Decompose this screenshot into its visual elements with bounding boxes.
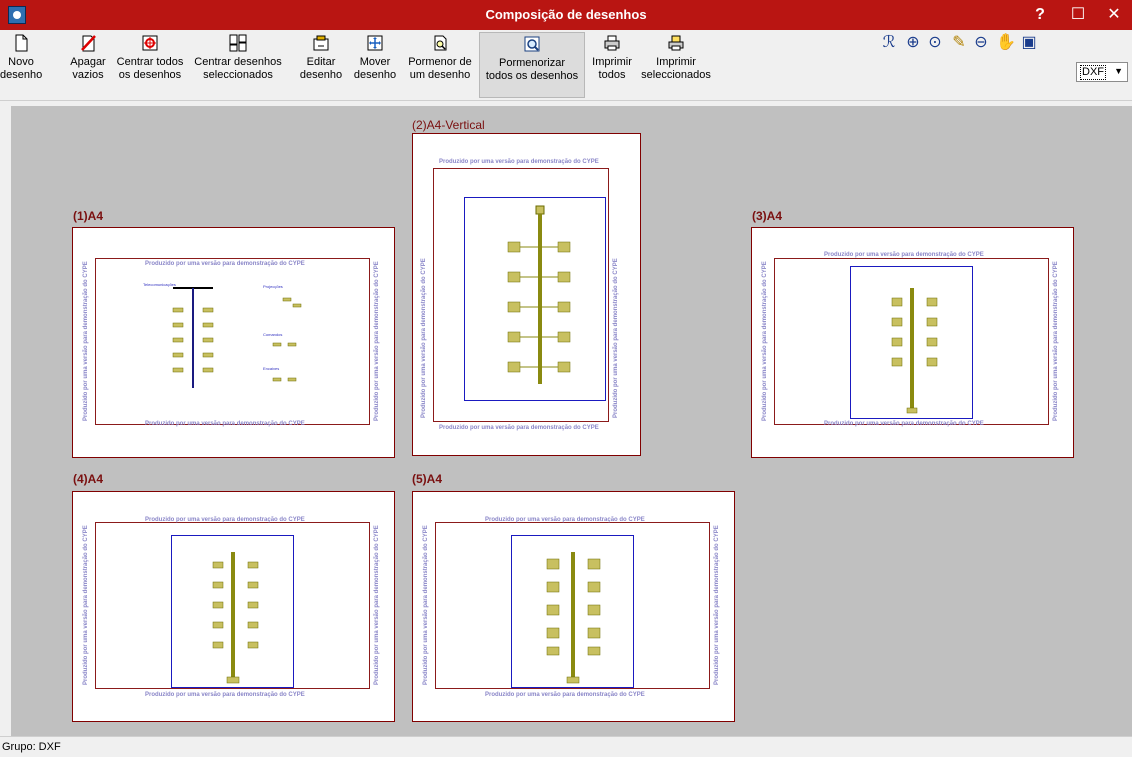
drawing-canvas[interactable]: (1)A4 Produzido por uma versão para demo… [11,106,1132,736]
move-drawing-label: Mover desenho [353,56,397,81]
watermark-left: Produzido por uma versão para demonstraç… [83,261,89,421]
sheet-1[interactable]: Produzido por uma versão para demonstraç… [72,227,395,458]
zoom-x2-icon[interactable]: ⊙ [926,34,944,52]
svg-text:Projecções: Projecções [263,284,283,289]
delete-empty-button[interactable]: Apagar vazios [66,32,110,98]
schematic-drawing [212,552,259,684]
svg-text:Telecomunicações: Telecomunicações [143,282,176,287]
previous-view-icon[interactable]: ▣ [1020,34,1038,52]
watermark-left: Produzido por uma versão para demonstraç… [762,261,768,421]
close-button[interactable]: ✕ [1097,0,1131,30]
print-all-button[interactable]: Imprimir todos [590,32,634,98]
status-bar: Grupo: DXF [0,736,1132,757]
watermark-right: Produzido por uma versão para demonstraç… [374,525,380,685]
watermark-left: Produzido por uma versão para demonstraç… [423,525,429,685]
zoom-out-icon[interactable]: ⊖ [972,34,990,52]
center-all-button[interactable]: Centrar todos os desenhos [113,32,187,98]
chevron-down-icon: ▼ [1114,66,1123,76]
watermark-top: Produzido por uma versão para demonstraç… [145,261,305,267]
pencil-icon[interactable]: ✎ [950,34,968,52]
format-value: DXF [1080,65,1106,80]
schematic-drawing [507,205,571,384]
new-drawing-button[interactable]: Novo desenho [0,32,42,98]
watermark-top: Produzido por uma versão para demonstraç… [145,517,305,523]
new-drawing-label: Novo desenho [0,56,43,81]
edit-drawing-button[interactable]: Editar desenho [296,32,346,98]
detail-all-label: Pormenorizar todos os desenhos [485,57,579,82]
format-select[interactable]: DXF ▼ [1076,62,1128,82]
watermark-bottom: Produzido por uma versão para demonstraç… [145,421,305,427]
sheet-label: (2)A4-Vertical [412,118,485,132]
center-selected-button[interactable]: Centrar desenhos seleccionados [190,32,286,98]
window-title: Composição de desenhos [485,7,647,22]
watermark-bottom: Produzido por uma versão para demonstraç… [824,421,984,427]
center-selected-label: Centrar desenhos seleccionados [194,56,282,81]
zoom-window-icon[interactable]: ℛ [880,34,898,52]
detail-all-icon [524,36,540,52]
zoom-extents-icon[interactable]: ⊕ [904,34,922,52]
detail-drawing-button[interactable]: Pormenor de um desenho [402,32,478,98]
detail-icon [434,35,447,51]
delete-icon [81,35,96,52]
sheet-4[interactable]: Produzido por uma versão para demonstraç… [72,491,395,722]
watermark-right: Produzido por uma versão para demonstraç… [1053,261,1059,421]
watermark-top: Produzido por uma versão para demonstraç… [824,252,984,258]
watermark-top: Produzido por uma versão para demonstraç… [485,517,645,523]
new-page-icon [15,34,28,52]
help-button[interactable]: ? [1023,0,1057,30]
edit-icon [313,35,329,51]
detail-drawing-label: Pormenor de um desenho [408,56,472,81]
sheet-3[interactable]: Produzido por uma versão para demonstraç… [751,227,1074,458]
toolbar: Novo desenho Apagar vazios Centrar todos… [0,30,1132,101]
svg-text:Comandos: Comandos [263,332,282,337]
sheet-label: (5)A4 [412,472,443,486]
pan-hand-icon[interactable]: ✋ [996,34,1016,52]
watermark-right: Produzido por uma versão para demonstraç… [613,258,619,418]
print-selected-button[interactable]: Imprimir seleccionados [636,32,716,98]
schematic-drawing [891,288,938,414]
detail-all-button[interactable]: Pormenorizar todos os desenhos [479,32,585,98]
watermark-left: Produzido por uma versão para demonstraç… [83,525,89,685]
move-drawing-button[interactable]: Mover desenho [350,32,400,98]
svg-text:Encaixes: Encaixes [263,366,279,371]
sheet-label: (4)A4 [73,472,104,486]
delete-empty-label: Apagar vazios [70,56,106,81]
print-icon [604,35,620,51]
maximize-button[interactable]: ☐ [1061,0,1095,30]
print-all-label: Imprimir todos [592,56,632,81]
sheet-label: (1)A4 [73,209,104,223]
edit-drawing-label: Editar desenho [299,56,343,81]
sheet-2[interactable]: Produzido por uma versão para demonstraç… [412,133,641,456]
move-icon [367,35,383,51]
watermark-top: Produzido por uma versão para demonstraç… [439,159,599,165]
watermark-left: Produzido por uma versão para demonstraç… [421,258,427,418]
watermark-bottom: Produzido por uma versão para demonstraç… [485,692,645,698]
watermark-right: Produzido por uma versão para demonstraç… [714,525,720,685]
center-selected-icon [229,34,247,52]
watermark-bottom: Produzido por uma versão para demonstraç… [145,692,305,698]
print-selected-icon [668,35,684,51]
schematic-drawing: Telecomunicações Projecções Comandos Enc… [143,282,302,388]
sheet-label: (3)A4 [752,209,783,223]
title-bar: Composição de desenhos ? ☐ ✕ [0,0,1132,30]
center-all-icon [142,35,158,51]
sheet-5[interactable]: Produzido por uma versão para demonstraç… [412,491,735,722]
center-all-label: Centrar todos os desenhos [116,56,184,81]
watermark-bottom: Produzido por uma versão para demonstraç… [439,425,599,431]
watermark-right: Produzido por uma versão para demonstraç… [374,261,380,421]
schematic-drawing [546,552,601,684]
print-selected-label: Imprimir seleccionados [641,56,711,81]
